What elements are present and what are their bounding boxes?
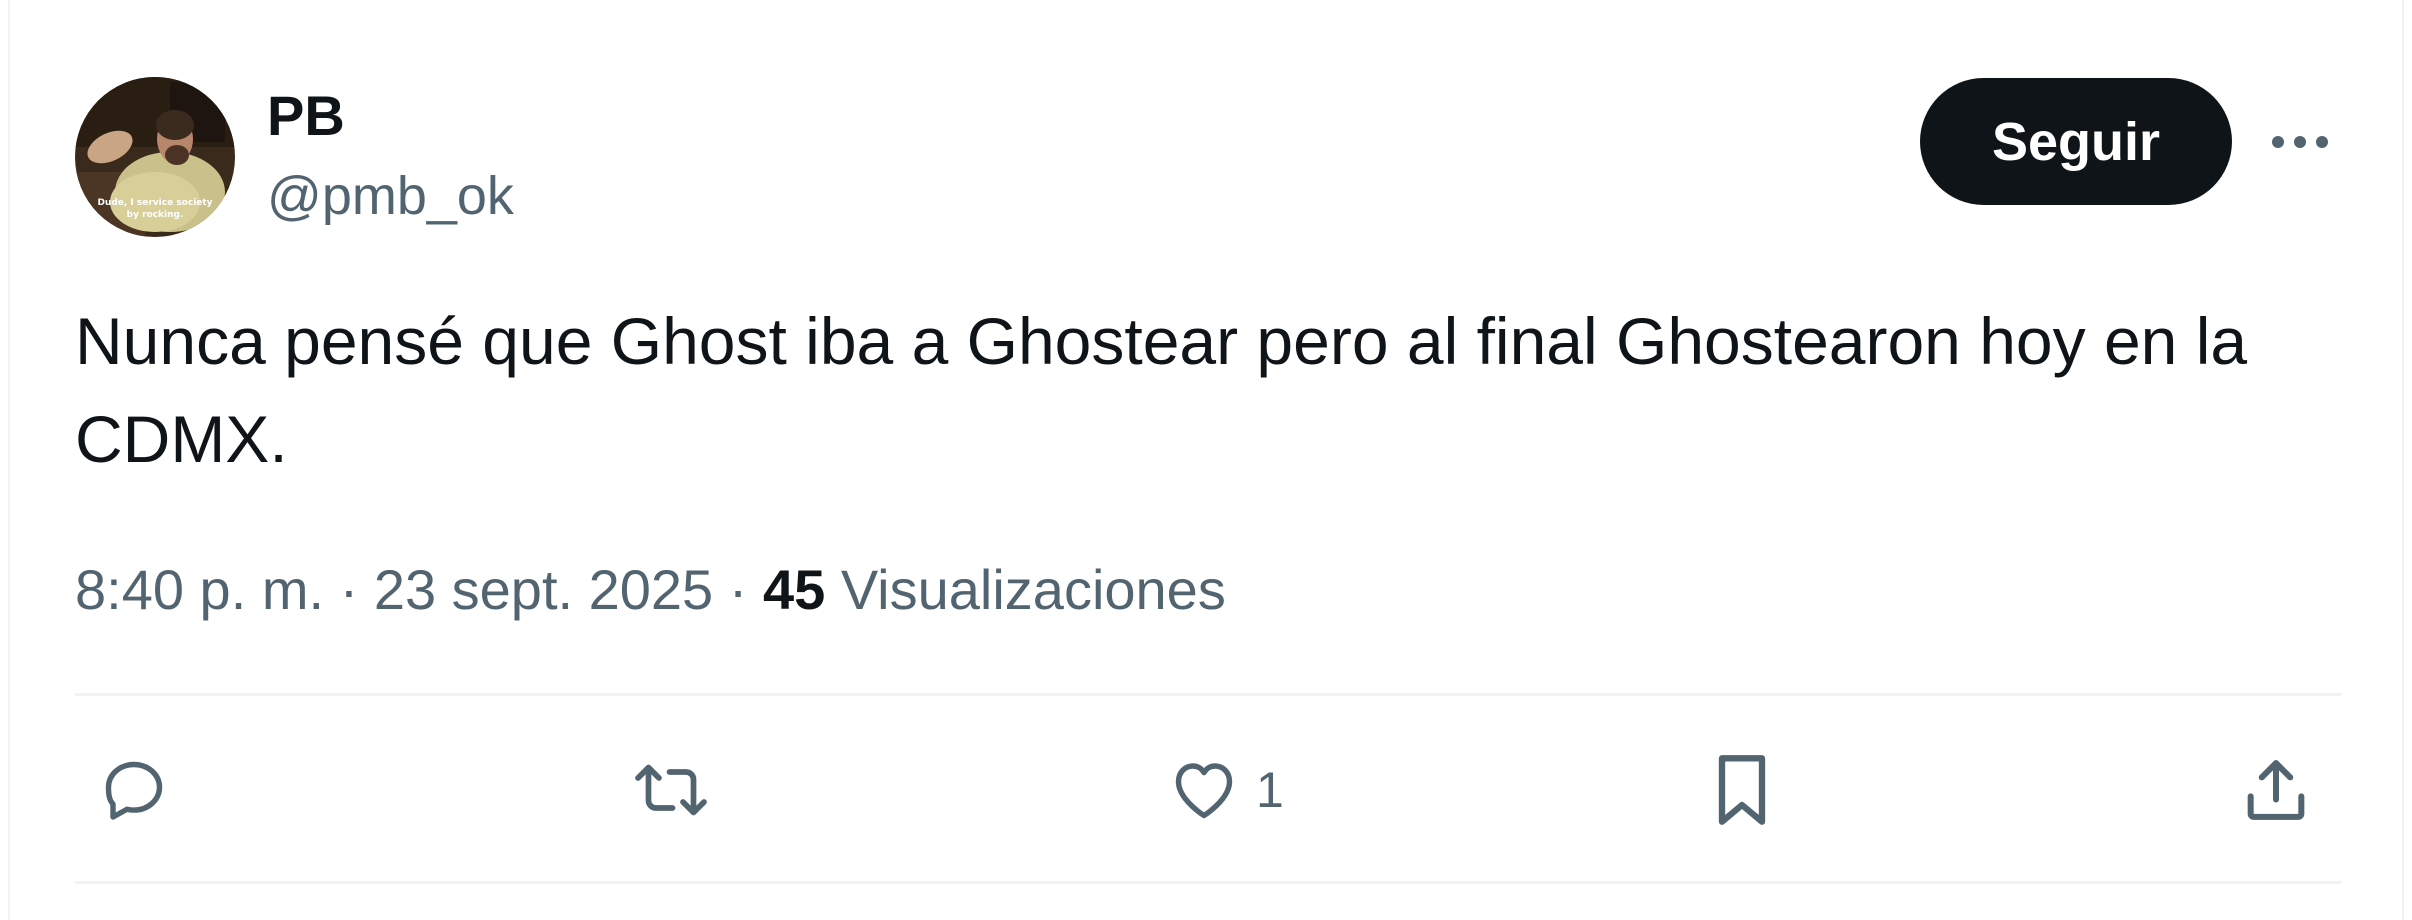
like-button[interactable]: 1 bbox=[1166, 740, 1284, 840]
views-label: Visualizaciones bbox=[840, 558, 1226, 621]
heart-icon bbox=[1175, 763, 1233, 819]
tweet-time[interactable]: 8:40 p. m. bbox=[75, 558, 324, 621]
retweet-icon bbox=[635, 764, 707, 816]
follow-button[interactable]: Seguir bbox=[1920, 78, 2232, 205]
svg-text:Dude, I service society: Dude, I service society bbox=[97, 198, 212, 208]
reply-button[interactable] bbox=[96, 740, 172, 840]
more-button[interactable] bbox=[2262, 110, 2338, 174]
avatar[interactable]: Dude, I service society by rocking. bbox=[75, 77, 235, 237]
retweet-button[interactable] bbox=[626, 740, 716, 840]
author-handle[interactable]: @pmb_ok bbox=[267, 162, 514, 230]
views-count: 45 bbox=[762, 558, 826, 621]
meta-separator: · bbox=[339, 558, 359, 621]
share-button[interactable] bbox=[2238, 740, 2314, 840]
tweet-text: Nunca pensé que Ghost iba a Ghostear per… bbox=[75, 304, 2248, 476]
reply-icon bbox=[105, 761, 163, 820]
like-count: 1 bbox=[1256, 762, 1284, 818]
divider bbox=[75, 881, 2342, 884]
share-icon bbox=[2247, 760, 2305, 820]
bookmark-button[interactable] bbox=[1706, 740, 1778, 840]
author-display-name[interactable]: PB bbox=[267, 82, 345, 150]
avatar-image: Dude, I service society by rocking. bbox=[75, 77, 235, 237]
tweet-meta: 8:40 p. m. · 23 sept. 2025 · 45 Visualiz… bbox=[75, 552, 1226, 628]
tweet-date[interactable]: 23 sept. 2025 bbox=[374, 558, 713, 621]
svg-text:by rocking.: by rocking. bbox=[127, 210, 184, 220]
bookmark-icon bbox=[1718, 755, 1766, 825]
meta-separator: · bbox=[728, 558, 748, 621]
divider bbox=[75, 693, 2342, 696]
more-horizontal-icon bbox=[2272, 136, 2328, 148]
